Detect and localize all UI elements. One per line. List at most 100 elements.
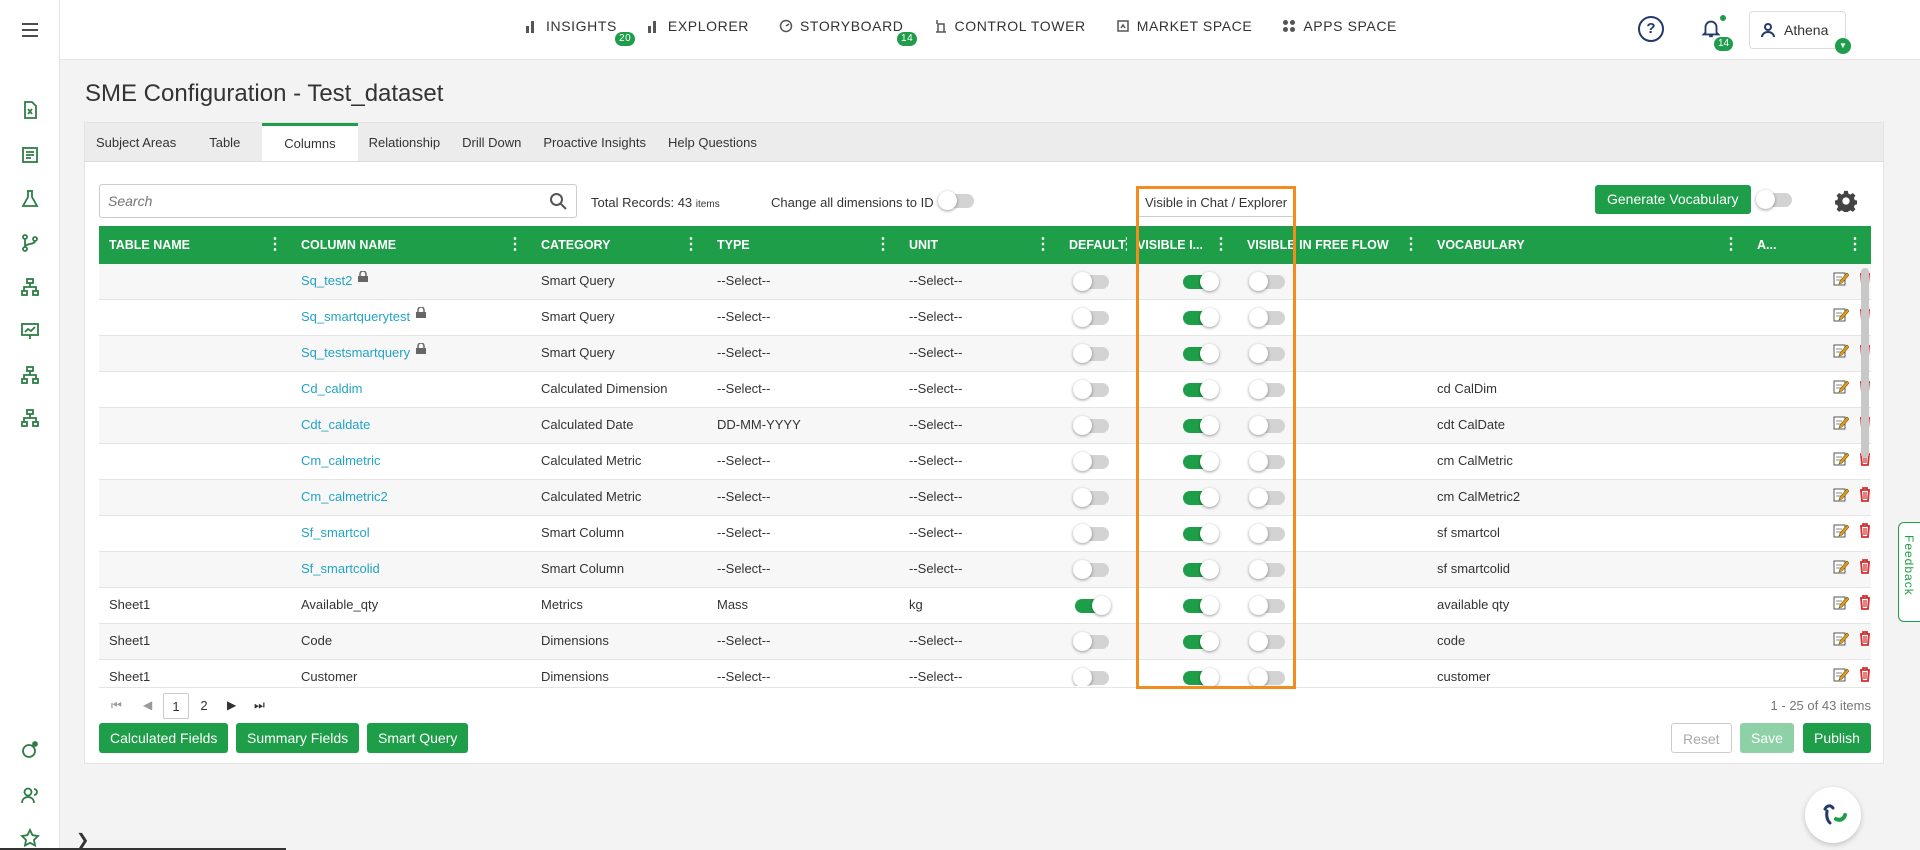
default-toggle[interactable] <box>1073 487 1109 507</box>
column-menu-icon[interactable]: ⋮ <box>507 226 523 264</box>
table-row[interactable]: Cdt_caldate Calculated Date DD-MM-YYYY --Se… <box>99 408 1871 444</box>
cell-type[interactable]: --Select-- <box>707 552 899 587</box>
lab-flask-icon[interactable] <box>19 188 41 210</box>
tab-proactive-insights[interactable]: Proactive Insights <box>532 123 657 161</box>
cell-category[interactable]: Dimensions <box>531 624 707 659</box>
summary-fields-button[interactable]: Summary Fields <box>236 723 360 753</box>
default-toggle[interactable] <box>1073 343 1109 363</box>
edit-icon[interactable] <box>1833 625 1850 659</box>
column-menu-icon[interactable]: ⋮ <box>267 226 283 264</box>
presentation-icon[interactable] <box>19 320 41 342</box>
cell-vocabulary[interactable]: sf smartcol <box>1427 516 1747 551</box>
nav-explorer[interactable]: EXPLORER <box>647 18 749 34</box>
visible-in-chat-toggle[interactable] <box>1183 415 1219 435</box>
default-toggle[interactable] <box>1075 595 1111 615</box>
tab-subject-areas[interactable]: Subject Areas <box>85 123 187 161</box>
edit-icon[interactable] <box>1833 481 1850 515</box>
edit-icon[interactable] <box>1833 265 1850 299</box>
org-chart-icon[interactable] <box>19 364 41 386</box>
visible-in-chat-toggle[interactable] <box>1183 307 1219 327</box>
visible-in-chat-toggle[interactable] <box>1183 451 1219 471</box>
column-menu-icon[interactable]: ⋮ <box>1403 226 1419 264</box>
cell-type[interactable]: --Select-- <box>707 264 899 299</box>
cell-category[interactable]: Calculated Metric <box>531 480 707 515</box>
table-row[interactable]: Cm_calmetric2 Calculated Metric --Select--… <box>99 480 1871 516</box>
visible-in-chat-toggle[interactable] <box>1183 523 1219 543</box>
gear-icon[interactable] <box>1834 190 1859 215</box>
visible-in-chat-toggle[interactable] <box>1183 487 1219 507</box>
visible-in-free-flow-toggle[interactable] <box>1249 343 1285 363</box>
publish-button[interactable]: Publish <box>1803 723 1871 753</box>
generate-vocabulary-button[interactable]: Generate Vocabulary <box>1595 185 1751 214</box>
cell-category[interactable]: Smart Query <box>531 336 707 371</box>
structure-icon[interactable] <box>19 407 41 429</box>
notification-bell-icon[interactable]: 14 <box>1700 15 1734 51</box>
prev-page-icon[interactable]: ◀ <box>143 698 152 712</box>
last-page-icon[interactable]: ⏭ <box>254 698 265 713</box>
smart-query-button[interactable]: Smart Query <box>367 723 469 753</box>
cell-unit[interactable]: --Select-- <box>899 624 1059 659</box>
page-2-button[interactable]: 2 <box>191 693 217 719</box>
table-row[interactable]: Cd_caldim Calculated Dimension --Select-- -… <box>99 372 1871 408</box>
branch-icon[interactable] <box>19 232 41 254</box>
tab-drill-down[interactable]: Drill Down <box>451 123 532 161</box>
cell-type[interactable]: --Select-- <box>707 624 899 659</box>
delete-icon[interactable] <box>1857 517 1871 551</box>
column-name-link[interactable]: Cd_caldim <box>301 381 362 396</box>
default-toggle[interactable] <box>1073 523 1109 543</box>
cell-category[interactable]: Metrics <box>531 588 707 623</box>
cell-category[interactable]: Calculated Dimension <box>531 372 707 407</box>
column-name-link[interactable]: Cm_calmetric2 <box>301 489 388 504</box>
default-toggle[interactable] <box>1073 451 1109 471</box>
visible-in-free-flow-toggle[interactable] <box>1249 595 1285 615</box>
visible-in-chat-toggle[interactable] <box>1183 271 1219 291</box>
column-name-link[interactable]: Sf_smartcol <box>301 525 370 540</box>
cell-vocabulary[interactable]: cd CalDim <box>1427 372 1747 407</box>
cell-type[interactable]: --Select-- <box>707 480 899 515</box>
cell-vocabulary[interactable]: sf smartcolid <box>1427 552 1747 587</box>
cell-vocabulary[interactable]: cdt CalDate <box>1427 408 1747 443</box>
table-row[interactable]: Sq_testsmartquery Smart Query --Select-- --… <box>99 336 1871 372</box>
visible-in-free-flow-toggle[interactable] <box>1249 631 1285 651</box>
cell-category[interactable]: Smart Query <box>531 300 707 335</box>
tab-columns[interactable]: Columns <box>262 123 358 161</box>
cell-type[interactable]: DD-MM-YYYY <box>707 408 899 443</box>
nav-control-tower[interactable]: CONTROL TOWER <box>934 18 1086 34</box>
cell-unit[interactable]: --Select-- <box>899 480 1059 515</box>
cell-unit[interactable]: --Select-- <box>899 408 1059 443</box>
cell-unit[interactable]: --Select-- <box>899 336 1059 371</box>
default-toggle[interactable] <box>1073 415 1109 435</box>
default-toggle[interactable] <box>1073 307 1109 327</box>
cell-unit[interactable]: --Select-- <box>899 552 1059 587</box>
header-col-unit[interactable]: UNIT ⋮ <box>899 226 1059 264</box>
next-page-icon[interactable]: ▶ <box>227 698 236 712</box>
default-toggle[interactable] <box>1073 559 1109 579</box>
visible-in-free-flow-toggle[interactable] <box>1249 523 1285 543</box>
edit-icon[interactable] <box>1833 337 1850 371</box>
default-toggle[interactable] <box>1073 379 1109 399</box>
nav-apps-space[interactable]: APPS SPACE <box>1282 18 1397 34</box>
tab-help-questions[interactable]: Help Questions <box>657 123 768 161</box>
column-name-link[interactable]: Sq_smartquerytest <box>301 309 410 324</box>
nav-storyboard[interactable]: STORYBOARD 14 <box>779 18 918 46</box>
edit-icon[interactable] <box>1833 445 1850 479</box>
visible-in-free-flow-toggle[interactable] <box>1249 559 1285 579</box>
cell-category[interactable]: Calculated Metric <box>531 444 707 479</box>
header-col-column-name[interactable]: COLUMN NAME ⋮ <box>291 226 531 264</box>
column-name-link[interactable]: Sf_smartcolid <box>301 561 380 576</box>
change-dimensions-toggle[interactable] <box>938 191 974 210</box>
user-menu[interactable]: Athena ▼ <box>1749 11 1851 54</box>
cell-category[interactable]: Smart Query <box>531 264 707 299</box>
cell-type[interactable]: Mass <box>707 588 899 623</box>
chevron-down-icon[interactable]: ▼ <box>1835 38 1851 54</box>
dataset-icon[interactable] <box>19 99 41 121</box>
column-menu-icon[interactable]: ⋮ <box>683 226 699 264</box>
cell-category[interactable]: Calculated Date <box>531 408 707 443</box>
delete-icon[interactable] <box>1857 589 1871 623</box>
hierarchy-icon[interactable] <box>19 276 41 298</box>
hamburger-menu-icon[interactable] <box>19 19 41 41</box>
cell-type[interactable]: --Select-- <box>707 372 899 407</box>
visible-in-chat-toggle[interactable] <box>1183 379 1219 399</box>
visible-in-free-flow-toggle[interactable] <box>1249 415 1285 435</box>
header-col-category[interactable]: CATEGORY ⋮ <box>531 226 707 264</box>
